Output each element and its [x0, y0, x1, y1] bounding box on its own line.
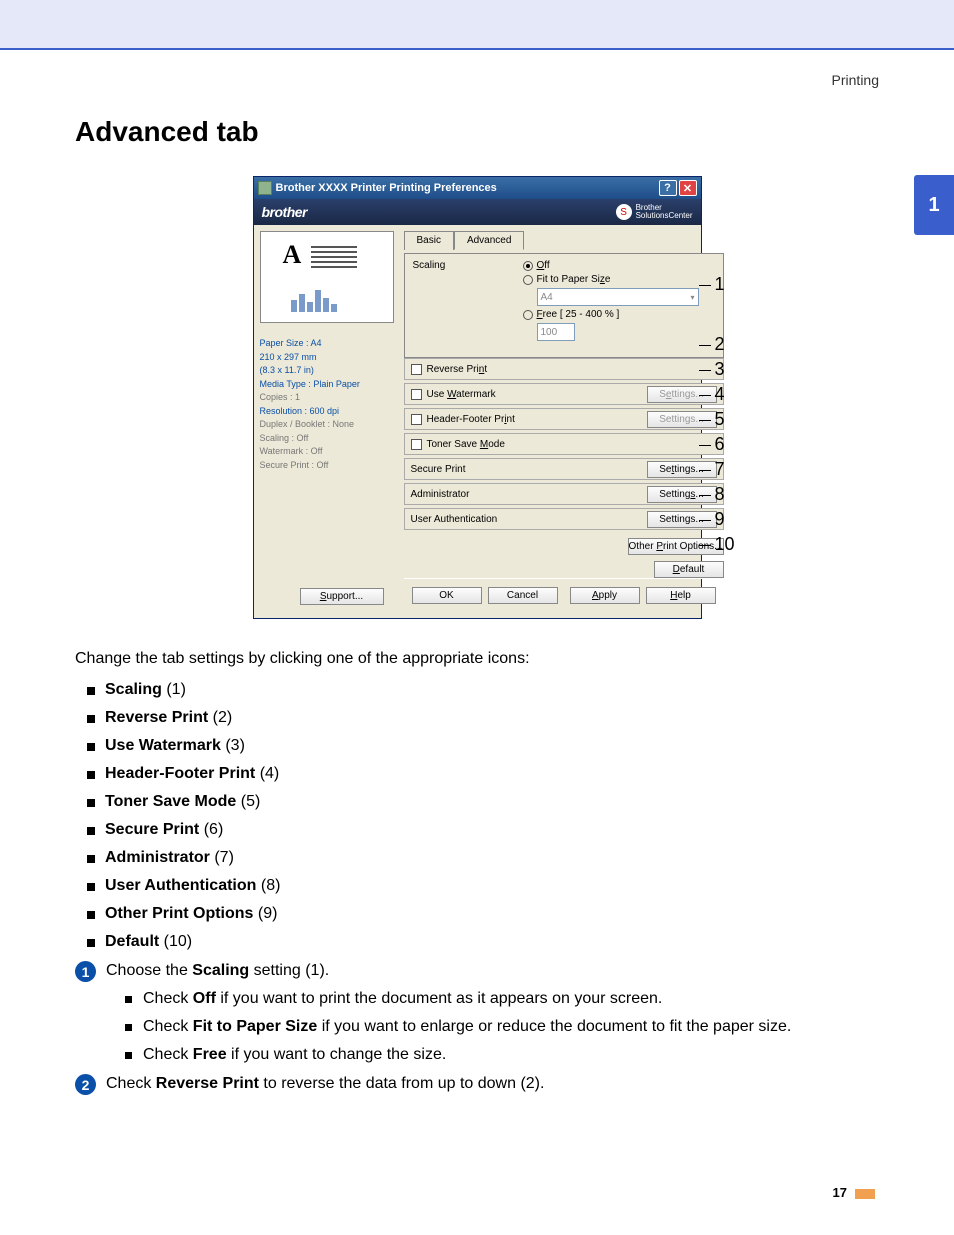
section-name: Printing [75, 72, 879, 88]
list-item: Toner Save Mode (5) [105, 793, 879, 811]
solutions-center-label[interactable]: BrotherSolutionsCenter [636, 204, 693, 220]
secure-print-row: Secure Print Settings... [404, 458, 724, 480]
ok-button[interactable]: OK [412, 587, 482, 604]
window-title: Brother XXXX Printer Printing Preference… [276, 182, 657, 194]
screenshot: Brother XXXX Printer Printing Preference… [253, 176, 702, 619]
fit-paper-combo[interactable]: A4▾ [537, 288, 699, 306]
scaling-label: Scaling [413, 260, 523, 341]
list-item: User Authentication (8) [105, 877, 879, 895]
list-item: Check Fit to Paper Size if you want to e… [143, 1018, 879, 1036]
tab-basic[interactable]: Basic [404, 231, 454, 250]
administrator-label: Administrator [411, 489, 470, 500]
step-number-icon: 1 [75, 961, 96, 982]
callout-10: 10 [715, 534, 735, 555]
printing-prefs-dialog: Brother XXXX Printer Printing Preference… [253, 176, 702, 619]
toner-save-label: Toner Save Mode [427, 439, 505, 450]
other-print-options-button[interactable]: Other Print Options... [628, 538, 724, 555]
header-footer-label: Header-Footer Print [427, 414, 515, 425]
solutions-center-icon[interactable]: S [616, 204, 632, 220]
scaling-fit-label: Fit to Paper Size [537, 274, 611, 285]
page-preview: A [260, 231, 394, 323]
brother-logo: brother [262, 204, 308, 220]
list-item: Header-Footer Print (4) [105, 765, 879, 783]
list-item: Default (10) [105, 933, 879, 951]
reverse-print-row: Reverse Print [404, 358, 724, 380]
close-titlebar-button[interactable]: ✕ [679, 180, 697, 196]
chapter-side-tab: 1 [914, 175, 954, 235]
scaling-off-label: Off [537, 260, 550, 271]
list-item: Scaling (1) [105, 681, 879, 699]
callout-1: 1 [715, 274, 725, 295]
list-item: Other Print Options (9) [105, 905, 879, 923]
intro-text: Change the tab settings by clicking one … [75, 647, 879, 671]
apply-button[interactable]: Apply [570, 587, 640, 604]
callout-8: 8 [715, 484, 725, 505]
userauth-settings-button[interactable]: Settings... [647, 511, 717, 528]
administrator-row: Administrator Settings... [404, 483, 724, 505]
page-number: 17 [75, 1185, 879, 1200]
toner-save-checkbox[interactable] [411, 439, 422, 450]
list-item: Use Watermark (3) [105, 737, 879, 755]
callout-4: 4 [715, 384, 725, 405]
callout-7: 7 [715, 459, 725, 480]
list-item: Check Off if you want to print the docum… [143, 990, 879, 1008]
watermark-row: Use Watermark Settings... [404, 383, 724, 405]
app-icon [258, 181, 272, 195]
watermark-settings-button[interactable]: Settings... [647, 386, 717, 403]
page-top-band [0, 0, 954, 50]
callout-9: 9 [715, 509, 725, 530]
scaling-free-label: Free [ 25 - 400 % ] [537, 309, 620, 320]
scaling-off-radio[interactable] [523, 261, 533, 271]
free-spinner[interactable]: 100 [537, 323, 575, 341]
list-item: Administrator (7) [105, 849, 879, 867]
callout-3: 3 [715, 359, 725, 380]
list-item: Reverse Print (2) [105, 709, 879, 727]
step-1: 1 Choose the Scaling setting (1). [75, 961, 879, 982]
secure-settings-button[interactable]: Settings... [647, 461, 717, 478]
watermark-checkbox[interactable] [411, 389, 422, 400]
help-titlebar-button[interactable]: ? [659, 180, 677, 196]
scaling-free-radio[interactable] [523, 310, 533, 320]
dialog-button-bar: OK Cancel Apply Help [404, 578, 724, 612]
header-footer-row: Header-Footer Print Settings... [404, 408, 724, 430]
user-auth-label: User Authentication [411, 514, 498, 525]
help-button[interactable]: Help [646, 587, 716, 604]
tab-advanced[interactable]: Advanced [454, 231, 524, 250]
toner-save-row: Toner Save Mode [404, 433, 724, 455]
step-1-sublist: Check Off if you want to print the docum… [113, 990, 879, 1064]
chevron-down-icon: ▾ [690, 293, 694, 302]
watermark-label: Use Watermark [427, 389, 496, 400]
feature-list: Scaling (1) Reverse Print (2) Use Waterm… [75, 681, 879, 951]
user-auth-row: User Authentication Settings... [404, 508, 724, 530]
support-button[interactable]: Support... [300, 588, 384, 605]
cancel-button[interactable]: Cancel [488, 587, 558, 604]
page-title: Advanced tab [75, 116, 879, 148]
step-number-icon: 2 [75, 1074, 96, 1095]
reverse-print-checkbox[interactable] [411, 364, 422, 375]
reverse-print-label: Reverse Print [427, 364, 488, 375]
scaling-fit-radio[interactable] [523, 275, 533, 285]
callout-2: 2 [715, 334, 725, 355]
hf-settings-button[interactable]: Settings... [647, 411, 717, 428]
step-2: 2 Check Reverse Print to reverse the dat… [75, 1074, 879, 1095]
tab-bar: Basic Advanced [404, 231, 724, 250]
default-button[interactable]: Default [654, 561, 724, 578]
list-item: Check Free if you want to change the siz… [143, 1046, 879, 1064]
callout-5: 5 [715, 409, 725, 430]
side-info: Paper Size : A4 210 x 297 mm (8.3 x 11.7… [260, 337, 394, 472]
advanced-panel: Scaling Off Fit to Paper Size A4▾ Free [… [404, 253, 724, 358]
list-item: Secure Print (6) [105, 821, 879, 839]
secure-print-label: Secure Print [411, 464, 466, 475]
admin-settings-button[interactable]: Settings... [647, 486, 717, 503]
titlebar: Brother XXXX Printer Printing Preference… [254, 177, 701, 199]
callout-6: 6 [715, 434, 725, 455]
header-footer-checkbox[interactable] [411, 414, 422, 425]
brand-bar: brother S BrotherSolutionsCenter [254, 199, 701, 225]
